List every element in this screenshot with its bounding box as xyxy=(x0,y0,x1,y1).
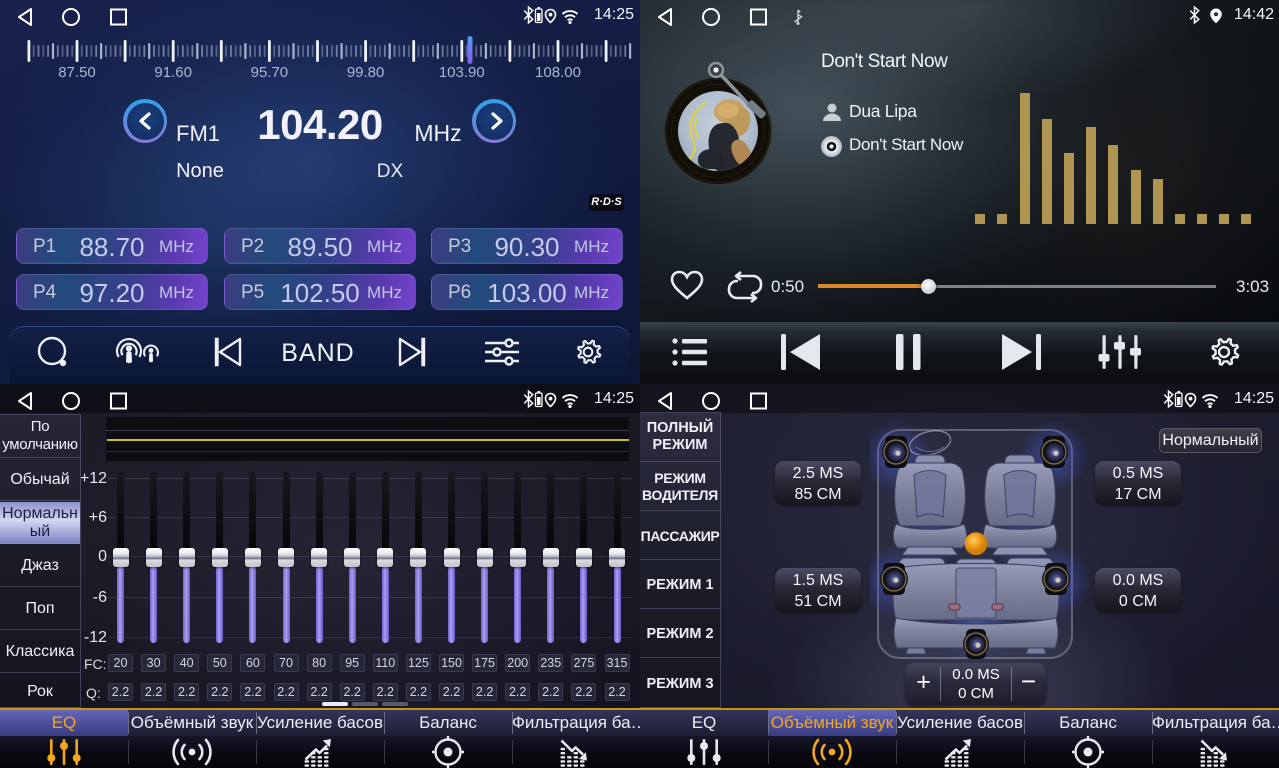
svg-text:BAND: BAND xyxy=(281,339,354,367)
